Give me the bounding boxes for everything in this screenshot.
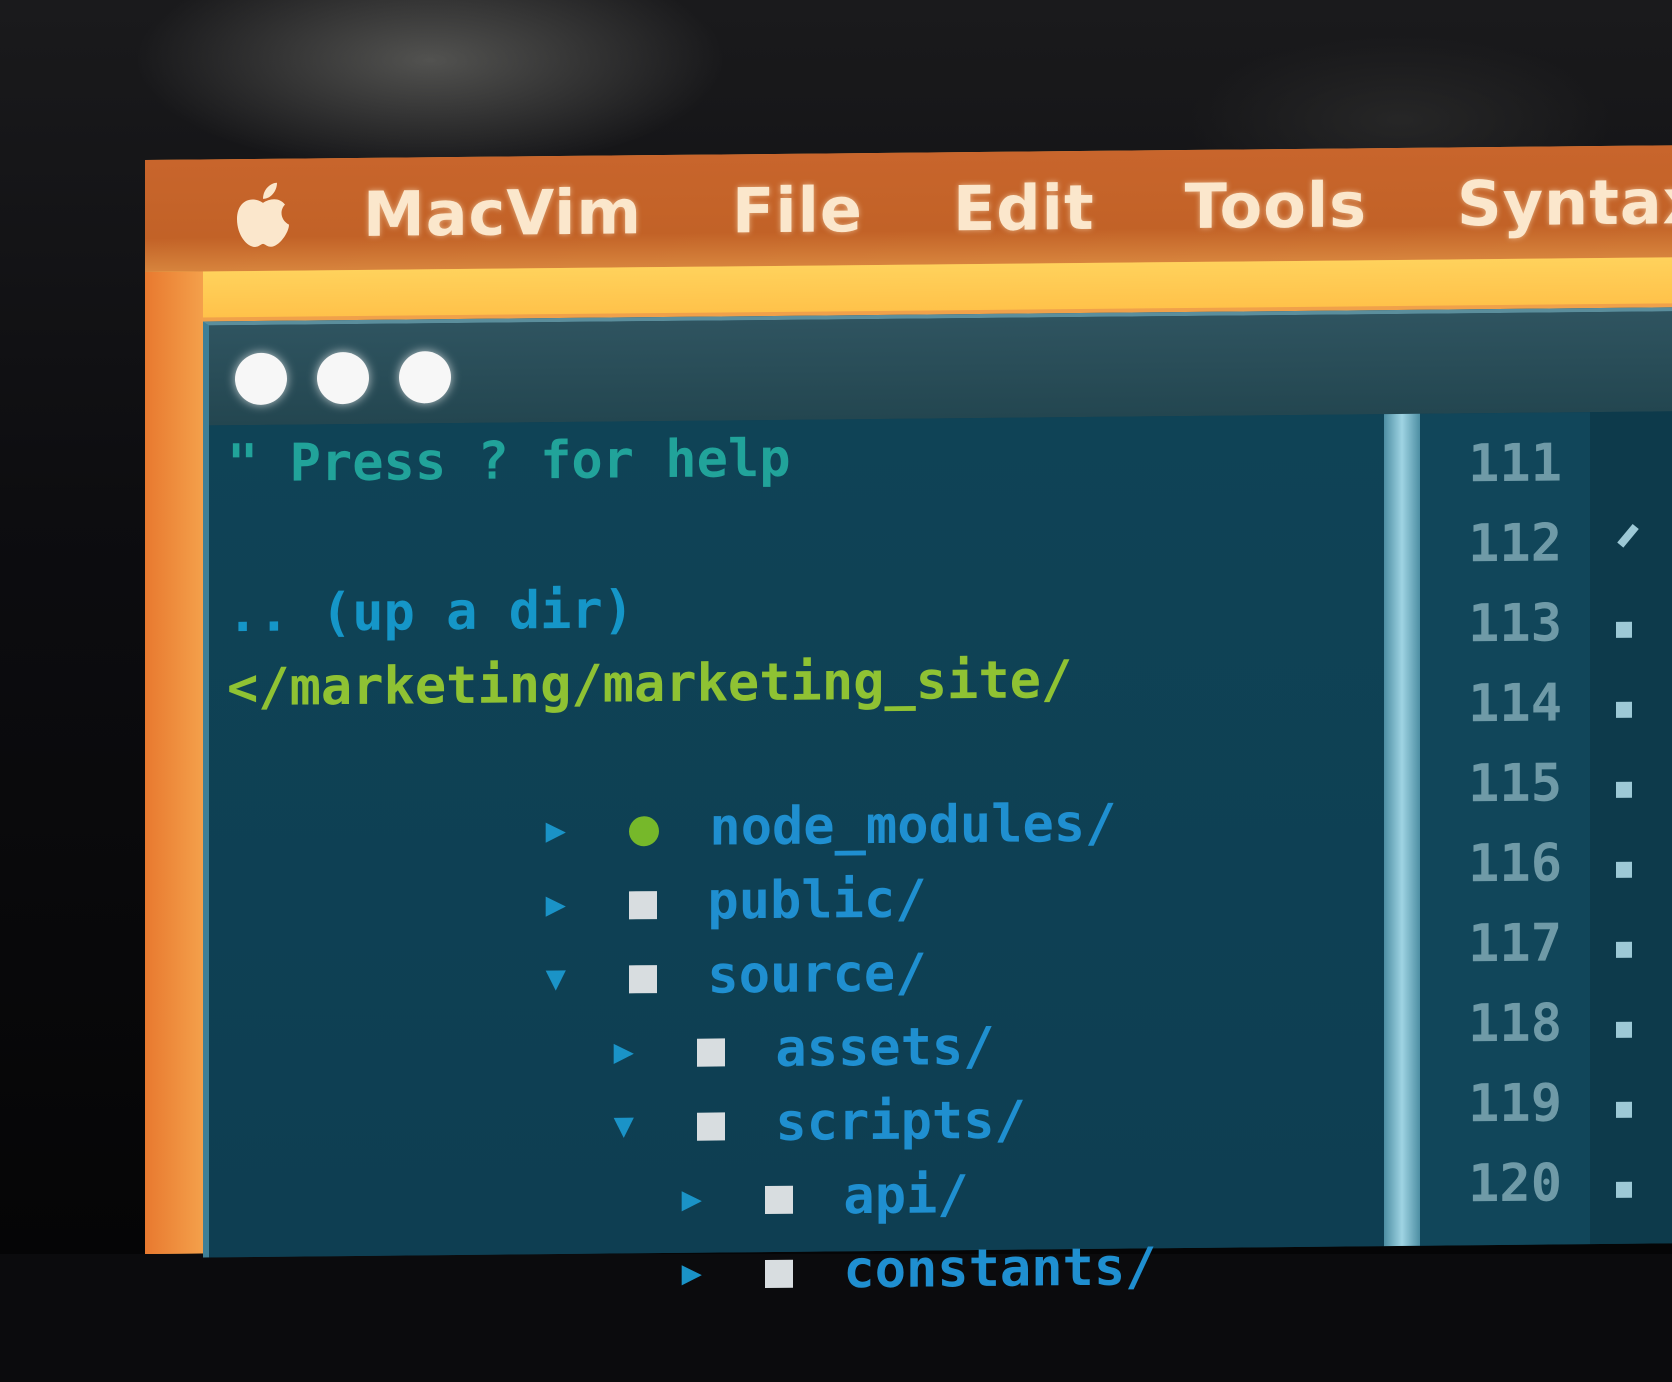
screen: MacVim File Edit Tools Syntax " Press ? … bbox=[145, 145, 1672, 1302]
tree-item[interactable]: ▸ assets/ bbox=[295, 942, 994, 1081]
line-number: 120 bbox=[1468, 1153, 1562, 1215]
up-dir-link[interactable]: .. (up a dir) bbox=[227, 575, 634, 649]
editor-area: " Press ? for help .. (up a dir) </marke… bbox=[209, 411, 1672, 1302]
line-number: 117 bbox=[1468, 913, 1562, 975]
macvim-window: " Press ? for help .. (up a dir) </marke… bbox=[203, 307, 1672, 1302]
code-glyph bbox=[1616, 781, 1632, 798]
line-number: 116 bbox=[1468, 833, 1562, 895]
code-glyph bbox=[1616, 941, 1632, 958]
code-glyph bbox=[1616, 701, 1632, 718]
code-glyph bbox=[1616, 1181, 1632, 1198]
tree-item[interactable]: ▸ api/ bbox=[363, 1090, 969, 1228]
tree-item[interactable]: ▾ scripts/ bbox=[295, 1016, 1026, 1155]
tree-item[interactable]: ▸ public/ bbox=[227, 794, 926, 933]
line-number: 114 bbox=[1468, 673, 1562, 735]
menu-tools[interactable]: Tools bbox=[1185, 168, 1367, 243]
dir-constants: constants/ bbox=[843, 1237, 1157, 1301]
code-glyph bbox=[1616, 621, 1632, 638]
apple-logo-icon[interactable] bbox=[233, 180, 293, 251]
line-number-gutter: 111 112 113 114 115 116 117 118 119 120 bbox=[1420, 412, 1590, 1246]
close-button[interactable] bbox=[235, 352, 287, 406]
menu-file[interactable]: File bbox=[732, 173, 863, 247]
code-glyph bbox=[1616, 1021, 1632, 1038]
tree-item[interactable]: ▸ node_modules/ bbox=[227, 719, 1116, 860]
window-titlebar[interactable] bbox=[209, 311, 1672, 426]
folder-icon bbox=[765, 1259, 794, 1289]
minimize-button[interactable] bbox=[317, 351, 369, 405]
menu-edit[interactable]: Edit bbox=[953, 170, 1095, 244]
help-hint: " Press ? for help bbox=[227, 428, 791, 495]
menu-bar: MacVim File Edit Tools Syntax bbox=[145, 145, 1672, 272]
code-glyph bbox=[1616, 1101, 1632, 1118]
collapsed-arrow-icon: ▸ bbox=[676, 1241, 708, 1302]
menu-syntax[interactable]: Syntax bbox=[1457, 165, 1672, 240]
desktop-edge bbox=[145, 271, 203, 1254]
vertical-split-bar[interactable] bbox=[1384, 413, 1420, 1247]
line-number: 113 bbox=[1468, 593, 1562, 655]
menu-macvim[interactable]: MacVim bbox=[363, 175, 642, 251]
code-glyph bbox=[1617, 523, 1639, 548]
tree-item[interactable]: ▸ constants/ bbox=[363, 1162, 1156, 1302]
root-path[interactable]: </marketing/marketing_site/ bbox=[227, 645, 1072, 723]
line-number: 118 bbox=[1468, 993, 1562, 1055]
line-number: 115 bbox=[1468, 753, 1562, 815]
code-buffer[interactable] bbox=[1590, 411, 1672, 1245]
zoom-button[interactable] bbox=[399, 351, 451, 404]
tree-item[interactable]: ▾ source/ bbox=[227, 868, 926, 1007]
code-glyph bbox=[1616, 861, 1632, 878]
line-number: 112 bbox=[1468, 513, 1562, 575]
nerdtree-panel[interactable]: " Press ? for help .. (up a dir) </marke… bbox=[209, 414, 1384, 1302]
line-number: 111 bbox=[1468, 433, 1562, 495]
line-number: 119 bbox=[1468, 1073, 1562, 1135]
